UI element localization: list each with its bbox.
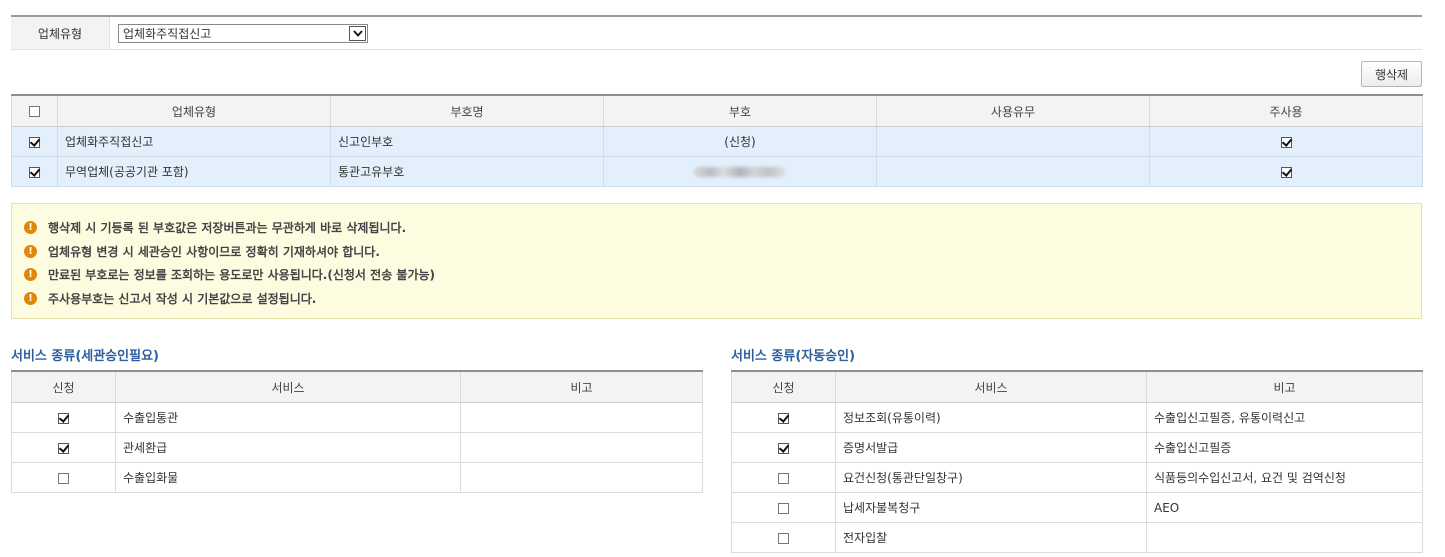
filter-row: 업체유형 업체화주직접신고 bbox=[11, 17, 1422, 50]
column-header: 신청 bbox=[11, 370, 116, 403]
service-checkbox[interactable] bbox=[778, 472, 789, 484]
service-checkbox[interactable] bbox=[58, 442, 69, 454]
service-checkbox[interactable] bbox=[778, 502, 789, 514]
table-row: 관세환급 bbox=[11, 432, 703, 463]
note-cell bbox=[1146, 522, 1423, 553]
column-header: 비고 bbox=[1146, 370, 1423, 403]
code-name-cell: 통관고유부호 bbox=[330, 156, 604, 187]
notice-text: 행삭제 시 기등록 된 부호값은 저장버튼과는 무관하게 바로 삭제됩니다. bbox=[48, 221, 407, 236]
notice-item: ! 주사용부호는 신고서 작성 시 기본값으로 설정됩니다. bbox=[12, 287, 1421, 311]
row-checkbox[interactable] bbox=[29, 136, 40, 148]
service-checkbox[interactable] bbox=[778, 532, 789, 544]
code-cell: (신청) bbox=[603, 126, 877, 157]
service-cell: 요건신청(통관단일창구) bbox=[835, 462, 1147, 493]
service-cell: 수출입화물 bbox=[115, 462, 461, 493]
redacted-code bbox=[694, 167, 786, 177]
service-cell: 납세자불복청구 bbox=[835, 492, 1147, 523]
warning-icon: ! bbox=[24, 268, 37, 282]
column-header: 부호 bbox=[603, 94, 877, 127]
table-row: 수출입화물 bbox=[11, 462, 703, 493]
notice-text: 주사용부호는 신고서 작성 시 기본값으로 설정됩니다. bbox=[48, 291, 317, 306]
select-all-checkbox[interactable] bbox=[29, 106, 40, 117]
column-header: 주사용 bbox=[1149, 94, 1423, 127]
service-checkbox[interactable] bbox=[58, 472, 69, 484]
notice-item: ! 만료된 부호로는 정보를 조회하는 용도로만 사용됩니다.(신청서 전송 불가… bbox=[12, 263, 1421, 287]
column-header: 비고 bbox=[460, 370, 703, 403]
auto-services-table: 신청 서비스 비고 정보조회(유통이력) 수출입신고필증, 유통이력신고 증명서… bbox=[731, 370, 1423, 553]
note-cell bbox=[460, 462, 703, 493]
note-cell: 수출입신고필증, 유통이력신고 bbox=[1146, 402, 1423, 433]
primary-checkbox[interactable] bbox=[1280, 136, 1292, 148]
service-checkbox[interactable] bbox=[778, 442, 789, 454]
warning-icon: ! bbox=[24, 244, 37, 258]
table-row[interactable]: 업체화주직접신고 신고인부호 (신청) bbox=[11, 126, 1423, 157]
notice-item: ! 행삭제 시 기등록 된 부호값은 저장버튼과는 무관하게 바로 삭제됩니다. bbox=[12, 216, 1421, 240]
notice-text: 업체유형 변경 시 세관승인 사항이므로 정확히 기재하셔야 합니다. bbox=[48, 244, 380, 259]
delete-row-button[interactable]: 행삭제 bbox=[1361, 61, 1422, 87]
service-cell: 증명서발급 bbox=[835, 432, 1147, 463]
note-cell bbox=[460, 432, 703, 463]
warning-icon: ! bbox=[24, 291, 37, 305]
column-header: 사용유무 bbox=[876, 94, 1150, 127]
column-header: 서비스 bbox=[115, 370, 461, 403]
note-cell bbox=[460, 402, 703, 433]
notice-item: ! 업체유형 변경 시 세관승인 사항이므로 정확히 기재하셔야 합니다. bbox=[12, 240, 1421, 264]
service-cell: 수출입통관 bbox=[115, 402, 461, 433]
warning-icon: ! bbox=[24, 221, 37, 235]
approval-services-table: 신청 서비스 비고 수출입통관 관세환급 수출입화물 bbox=[11, 370, 703, 493]
filter-label: 업체유형 bbox=[11, 17, 110, 49]
code-name-cell: 신고인부호 bbox=[330, 126, 604, 157]
section-title-auto: 서비스 종류(자동승인) bbox=[731, 349, 856, 364]
column-header: 부호명 bbox=[330, 94, 604, 127]
note-cell: AEO bbox=[1146, 492, 1423, 523]
table-row: 증명서발급 수출입신고필증 bbox=[731, 432, 1423, 463]
type-cell: 무역업체(공공기관 포함) bbox=[57, 156, 331, 187]
row-checkbox[interactable] bbox=[29, 166, 40, 178]
section-title-approval: 서비스 종류(세관승인필요) bbox=[11, 349, 159, 364]
column-header: 신청 bbox=[731, 370, 836, 403]
service-checkbox[interactable] bbox=[58, 412, 69, 424]
table-row[interactable]: 무역업체(공공기관 포함) 통관고유부호 bbox=[11, 156, 1423, 187]
business-type-select[interactable]: 업체화주직접신고 bbox=[118, 24, 368, 43]
primary-checkbox[interactable] bbox=[1280, 166, 1292, 178]
table-row: 정보조회(유통이력) 수출입신고필증, 유통이력신고 bbox=[731, 402, 1423, 433]
table-row: 요건신청(통관단일창구) 식품등의수입신고서, 요건 및 검역신청 bbox=[731, 462, 1423, 493]
business-type-selected: 업체화주직접신고 bbox=[123, 27, 212, 41]
code-table: 업체유형 부호명 부호 사용유무 주사용 업체화주직접신고 신고인부호 (신청)… bbox=[11, 94, 1423, 187]
note-cell: 수출입신고필증 bbox=[1146, 432, 1423, 463]
select-all-header bbox=[11, 94, 58, 127]
notice-box: ! 행삭제 시 기등록 된 부호값은 저장버튼과는 무관하게 바로 삭제됩니다. … bbox=[11, 203, 1422, 319]
column-header: 업체유형 bbox=[57, 94, 331, 127]
service-cell: 정보조회(유통이력) bbox=[835, 402, 1147, 433]
type-cell: 업체화주직접신고 bbox=[57, 126, 331, 157]
usage-cell bbox=[876, 156, 1150, 187]
service-cell: 전자입찰 bbox=[835, 522, 1147, 553]
table-row: 수출입통관 bbox=[11, 402, 703, 433]
table-row: 전자입찰 bbox=[731, 522, 1423, 553]
chevron-down-icon[interactable] bbox=[349, 26, 366, 41]
service-cell: 관세환급 bbox=[115, 432, 461, 463]
notice-text: 만료된 부호로는 정보를 조회하는 용도로만 사용됩니다.(신청서 전송 불가능… bbox=[48, 268, 436, 283]
column-header: 서비스 bbox=[835, 370, 1147, 403]
note-cell: 식품등의수입신고서, 요건 및 검역신청 bbox=[1146, 462, 1423, 493]
usage-cell bbox=[876, 126, 1150, 157]
service-checkbox[interactable] bbox=[778, 412, 789, 424]
code-cell bbox=[603, 156, 877, 187]
table-row: 납세자불복청구 AEO bbox=[731, 492, 1423, 523]
